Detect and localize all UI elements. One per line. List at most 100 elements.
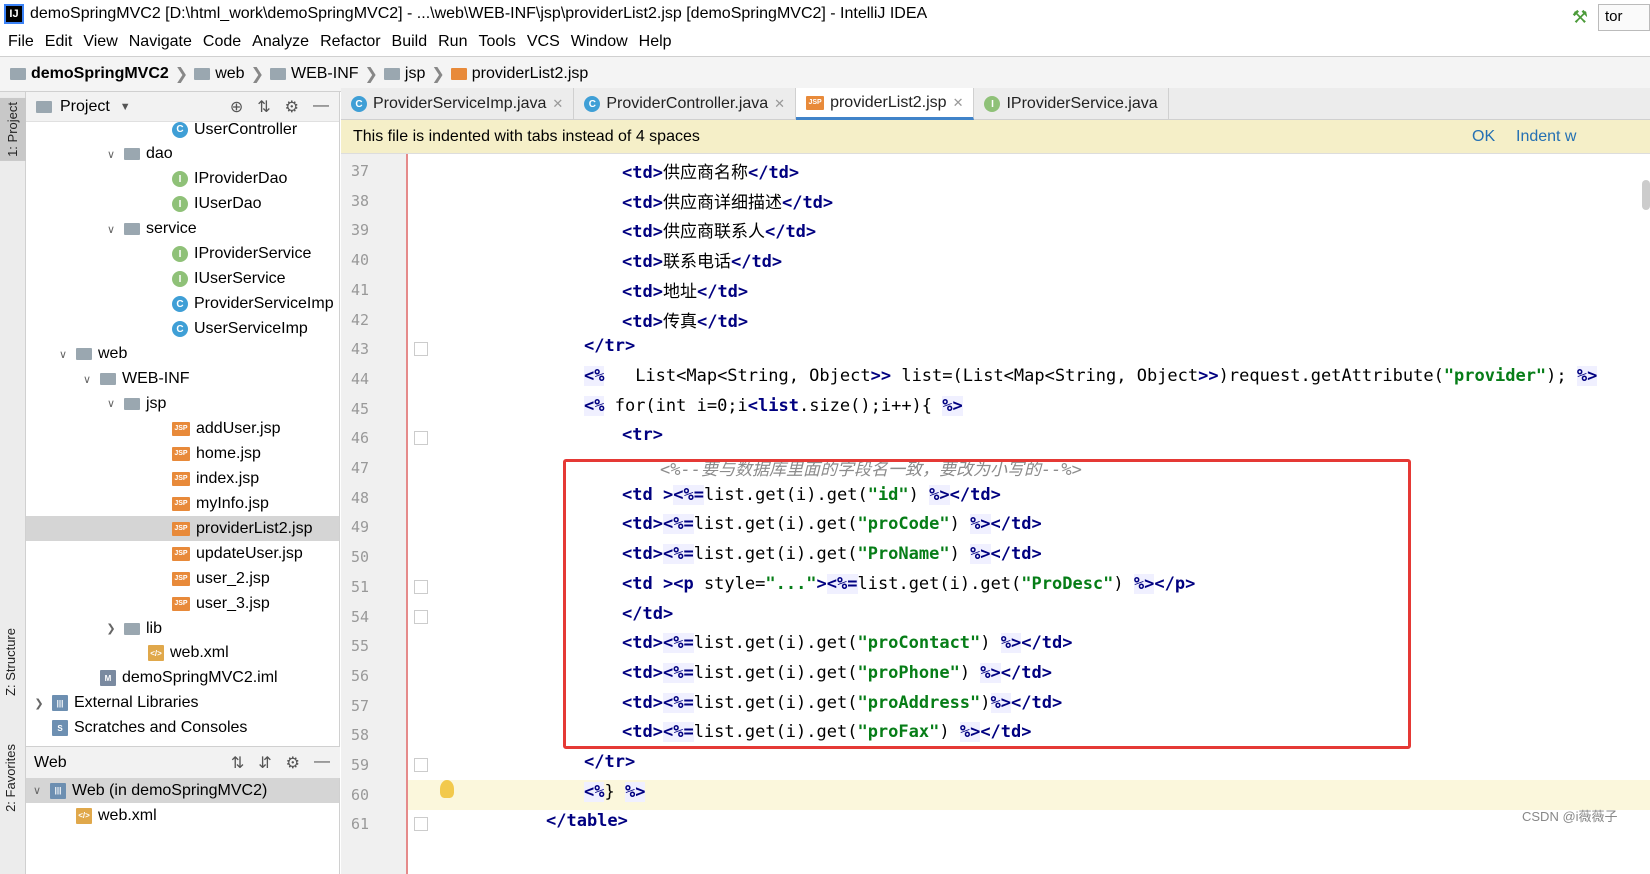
fold-marker-icon[interactable] <box>414 431 428 446</box>
editor-tab-label: IProviderService.java <box>1006 95 1158 112</box>
tree-node[interactable]: I IProviderDao <box>26 167 339 192</box>
tree-node[interactable]: ❯ ||| External Libraries <box>26 691 339 716</box>
expand-arrow-icon[interactable]: ∨ <box>104 397 118 410</box>
hide-icon[interactable]: — <box>314 753 330 773</box>
tab-favorites[interactable]: 2: Favorites <box>3 744 18 812</box>
collapse-all-icon[interactable]: ⇅ <box>257 97 270 117</box>
menu-navigate[interactable]: Navigate <box>129 33 192 51</box>
expand-arrow-icon[interactable]: ❯ <box>32 697 46 710</box>
fold-marker-icon[interactable] <box>414 817 428 832</box>
fold-marker-icon[interactable] <box>414 609 428 624</box>
menu-help[interactable]: Help <box>639 33 672 51</box>
tree-node[interactable]: C UserController <box>26 117 339 142</box>
breadcrumb-item[interactable]: WEB-INF ❯ <box>269 64 378 84</box>
breadcrumb: demoSpringMVC2 ❯ web ❯ WEB-INF ❯ jsp ❯ providerL… <box>0 56 1650 92</box>
jsp-file-icon: JSP <box>172 446 190 461</box>
tree-node-label: demoSpringMVC2.iml <box>122 669 278 687</box>
expand-arrow-icon[interactable]: ∨ <box>80 373 94 386</box>
menu-tools[interactable]: Tools <box>478 33 515 51</box>
breadcrumb-item[interactable]: demoSpringMVC2 ❯ <box>10 64 188 84</box>
gear-icon[interactable]: ⚙ <box>285 97 299 117</box>
tree-node[interactable]: </> web.xml <box>26 641 339 666</box>
expand-all-icon[interactable]: ⇅ <box>231 753 244 773</box>
editor-tab[interactable]: I IProviderService.java <box>974 88 1169 120</box>
breadcrumb-item[interactable]: providerList2.jsp <box>450 65 589 83</box>
expand-arrow-icon[interactable]: ❯ <box>104 622 118 635</box>
menu-analyze[interactable]: Analyze <box>252 33 309 51</box>
notice-indent-link[interactable]: Indent w <box>1516 128 1576 146</box>
menu-view[interactable]: View <box>83 33 117 51</box>
chevron-down-icon[interactable]: ▼ <box>120 101 131 113</box>
tree-node[interactable]: ∨ service <box>26 217 339 242</box>
folder-icon <box>100 373 116 385</box>
tree-node[interactable]: ∨ dao <box>26 142 339 167</box>
tree-node[interactable]: JSP addUser.jsp <box>26 416 339 441</box>
tree-node[interactable]: JSP user_2.jsp <box>26 566 339 591</box>
expand-arrow-icon[interactable]: ∨ <box>104 223 118 236</box>
tree-node[interactable]: ∨ WEB-INF <box>26 367 339 392</box>
editor-tab[interactable]: C ProviderController.java ✕ <box>574 88 797 120</box>
locate-icon[interactable]: ⊕ <box>230 97 243 117</box>
editor-tab[interactable]: C ProviderServiceImp.java ✕ <box>341 88 575 120</box>
tree-node[interactable]: JSP home.jsp <box>26 441 339 466</box>
menu-file[interactable]: File <box>8 33 34 51</box>
class-icon: C <box>584 96 601 112</box>
expand-arrow-icon[interactable]: ∨ <box>56 348 70 361</box>
menu-edit[interactable]: Edit <box>45 33 73 51</box>
tab-structure[interactable]: Z: Structure <box>3 628 18 696</box>
menu-vcs[interactable]: VCS <box>527 33 560 51</box>
menu-run[interactable]: Run <box>438 33 467 51</box>
expand-arrow-icon[interactable]: ∨ <box>104 148 118 161</box>
lightbulb-icon[interactable] <box>440 780 454 798</box>
menu-refactor[interactable]: Refactor <box>320 33 380 51</box>
close-icon[interactable]: ✕ <box>552 96 563 112</box>
breadcrumb-label: providerList2.jsp <box>471 65 589 82</box>
xml-file-icon: </> <box>76 807 92 824</box>
tree-node[interactable]: JSP index.jsp <box>26 466 339 491</box>
fold-marker-icon[interactable] <box>414 758 428 772</box>
fold-marker-icon[interactable] <box>414 342 428 357</box>
tree-node[interactable]: C UserServiceImp <box>26 317 339 342</box>
editor-scrollbar[interactable] <box>1642 180 1650 210</box>
project-panel-title[interactable]: Project <box>60 98 110 116</box>
close-icon[interactable]: ✕ <box>774 96 785 112</box>
fold-marker-icon[interactable] <box>414 579 428 594</box>
tree-node[interactable]: I IUserService <box>26 267 339 292</box>
menu-build[interactable]: Build <box>392 33 428 51</box>
editor-tab[interactable]: JSP providerList2.jsp ✕ <box>796 88 975 120</box>
line-number: 51 <box>350 577 369 596</box>
hide-icon[interactable]: — <box>313 97 329 117</box>
line-number: 43 <box>350 340 369 359</box>
breadcrumb-item[interactable]: web ❯ <box>194 64 264 84</box>
tree-node[interactable]: JSP user_3.jsp <box>26 591 339 616</box>
tree-node[interactable]: I IProviderService <box>26 242 339 267</box>
collapse-all-icon[interactable]: ⇵ <box>258 753 271 773</box>
tree-node[interactable]: JSP myInfo.jsp <box>26 491 339 516</box>
tree-node[interactable]: ∨ web <box>26 342 339 367</box>
menu-window[interactable]: Window <box>571 33 628 51</box>
tab-project[interactable]: 1: Project <box>0 98 26 161</box>
interface-icon: I <box>984 96 1001 112</box>
expand-arrow-icon[interactable]: ∨ <box>30 784 44 797</box>
tree-node[interactable]: ∨ ||| Web (in demoSpringMVC2) <box>26 778 339 803</box>
web-panel-header: Web ⇅ ⇵ ⚙ — <box>26 746 340 778</box>
code-line: <tr> <box>622 425 663 446</box>
gear-icon[interactable]: ⚙ <box>286 753 300 773</box>
tree-node[interactable]: MdemoSpringMVC2.iml <box>26 666 339 691</box>
tree-node[interactable]: C ProviderServiceImp <box>26 292 339 317</box>
build-hammer-icon[interactable]: ⚒ <box>1572 7 1588 28</box>
code-line: <td>联系电话</td> <box>622 252 783 273</box>
tree-node[interactable]: ❯ lib <box>26 616 339 641</box>
tree-node[interactable]: I IUserDao <box>26 192 339 217</box>
menu-code[interactable]: Code <box>203 33 241 51</box>
left-tool-strip: 1: Project Z: Structure 2: Favorites <box>0 92 26 874</box>
tree-node[interactable]: JSP providerList2.jsp <box>26 516 339 542</box>
notice-ok-link[interactable]: OK <box>1472 128 1495 146</box>
tree-node[interactable]: S Scratches and Consoles <box>26 716 339 741</box>
tree-node[interactable]: </> web.xml <box>26 803 339 828</box>
tree-node[interactable]: ∨ jsp <box>26 391 339 416</box>
tree-node[interactable]: JSP updateUser.jsp <box>26 541 339 566</box>
run-configuration-select[interactable]: tor <box>1598 4 1650 31</box>
breadcrumb-item[interactable]: jsp ❯ <box>383 64 445 84</box>
close-icon[interactable]: ✕ <box>953 95 964 111</box>
